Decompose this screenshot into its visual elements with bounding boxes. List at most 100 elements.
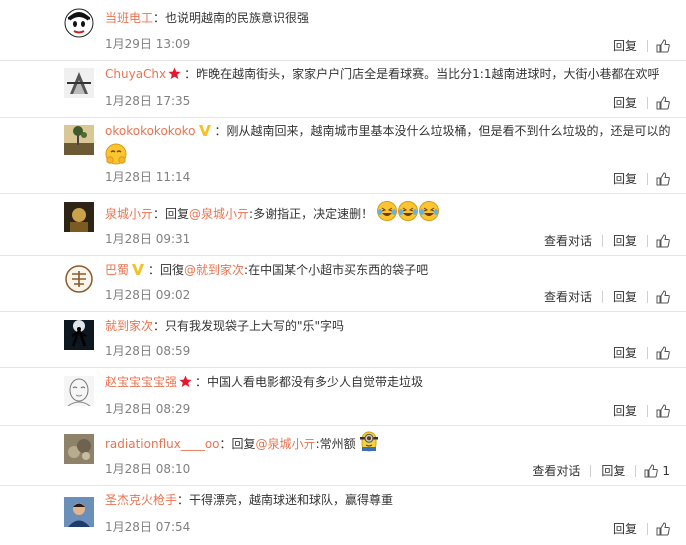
view-conversation-link[interactable]: 查看对话 bbox=[532, 462, 580, 479]
reply-button[interactable]: 回复 bbox=[613, 170, 637, 187]
comment-text: ：昨晚在越南街头，家家户户门店全是看球赛。当比分1:1越南进球时，大街小巷都在欢… bbox=[184, 67, 660, 81]
star-badge-icon bbox=[168, 67, 181, 85]
comment-time: 1月28日 08:29 bbox=[105, 402, 191, 416]
reply-button[interactable]: 回复 bbox=[613, 232, 637, 249]
comment-item: 当班电工：也说明越南的民族意识很强 1月29日 13:09 回复 bbox=[0, 0, 686, 61]
comment-actions: 回复 bbox=[596, 94, 670, 111]
avatar[interactable] bbox=[64, 497, 94, 527]
comment-time: 1月28日 09:02 bbox=[105, 288, 191, 302]
username[interactable]: 赵宝宝宝宝强 bbox=[105, 375, 177, 389]
comment-time: 1月28日 17:35 bbox=[105, 94, 191, 108]
avatar[interactable] bbox=[64, 434, 94, 464]
username[interactable]: 圣杰克火枪手 bbox=[105, 493, 177, 507]
comment-text: ：只有我发现袋子上大写的"乐"字吗 bbox=[153, 319, 345, 333]
comment-item: 赵宝宝宝宝强 ：中国人看电影都没有多少人自觉带走垃圾 1月28日 08:29 回复 bbox=[0, 368, 686, 426]
like-button[interactable] bbox=[656, 289, 670, 304]
comment-actions: 回复 bbox=[596, 344, 670, 361]
comment-actions: 查看对话 回复 1 bbox=[515, 462, 670, 479]
comment-item: 巴蜀 ：回復@就到家次:在中国某个小超市买东西的袋子吧 1月28日 09:02 查… bbox=[0, 256, 686, 312]
comment-item: 就到家次：只有我发现袋子上大写的"乐"字吗 1月28日 08:59 回复 bbox=[0, 312, 686, 368]
avatar[interactable] bbox=[64, 320, 94, 350]
comment-actions: 查看对话 回复 bbox=[527, 288, 670, 305]
username[interactable]: 就到家次 bbox=[105, 319, 153, 333]
thumbs-up-icon bbox=[644, 463, 659, 477]
comment-text: ：回复 bbox=[219, 437, 256, 451]
hug-emoji bbox=[105, 143, 127, 168]
divider bbox=[647, 346, 648, 359]
reply-button[interactable]: 回复 bbox=[613, 288, 637, 305]
comment-content: okokokokokoko ：刚从越南回来，越南城市里基本没什么垃圾桶，但是看不到… bbox=[105, 122, 672, 142]
reply-button[interactable]: 回复 bbox=[613, 94, 637, 111]
reply-button[interactable]: 回复 bbox=[601, 462, 625, 479]
reply-button[interactable]: 回复 bbox=[613, 344, 637, 361]
comment-item: 圣杰克火枪手：干得漂亮，越南球迷和球队，赢得尊重 1月28日 07:54 回复 bbox=[0, 486, 686, 545]
comment-time: 1月28日 08:10 bbox=[105, 462, 191, 476]
view-conversation-link[interactable]: 查看对话 bbox=[544, 232, 592, 249]
like-count: 1 bbox=[662, 463, 670, 478]
like-button[interactable]: 1 bbox=[644, 464, 670, 478]
verified-v-icon bbox=[198, 124, 212, 142]
comment-content: 泉城小亓：回复@泉城小亓:多谢指正，决定速删！ bbox=[105, 200, 672, 230]
comment-content: 巴蜀 ：回復@就到家次:在中国某个小超市买东西的袋子吧 bbox=[105, 261, 672, 281]
mention-link[interactable]: @就到家次 bbox=[184, 263, 244, 277]
divider bbox=[647, 290, 648, 303]
thumbs-up-icon bbox=[656, 233, 670, 247]
like-button[interactable] bbox=[656, 233, 670, 248]
comment-content: 就到家次：只有我发现袋子上大写的"乐"字吗 bbox=[105, 317, 672, 335]
comment-text: ：回复 bbox=[153, 207, 190, 221]
like-button[interactable] bbox=[656, 403, 670, 418]
avatar[interactable] bbox=[64, 376, 94, 406]
like-button[interactable] bbox=[656, 345, 670, 360]
divider bbox=[647, 234, 648, 247]
comment-content: 赵宝宝宝宝强 ：中国人看电影都没有多少人自觉带走垃圾 bbox=[105, 373, 672, 393]
username[interactable]: radiationflux____oo bbox=[105, 437, 220, 451]
comment-item: okokokokokoko ：刚从越南回来，越南城市里基本没什么垃圾桶，但是看不到… bbox=[0, 118, 686, 194]
divider bbox=[647, 39, 648, 52]
comment-time: 1月28日 11:14 bbox=[105, 170, 191, 184]
thumbs-up-icon bbox=[656, 38, 670, 52]
comment-text: ：刚从越南回来，越南城市里基本没什么垃圾桶，但是看不到什么垃圾的，还是可以的 bbox=[214, 124, 671, 138]
mention-link[interactable]: @泉城小亓 bbox=[189, 207, 249, 221]
username[interactable]: ChuyaChx bbox=[105, 67, 166, 81]
comment-item: radiationflux____oo：回复@泉城小亓:常州额 1月28日 08… bbox=[0, 426, 686, 486]
comment-actions: 回复 bbox=[596, 520, 670, 537]
comment-actions: 回复 bbox=[596, 402, 670, 419]
divider bbox=[590, 464, 592, 477]
reply-button[interactable]: 回复 bbox=[613, 37, 637, 54]
like-button[interactable] bbox=[656, 38, 670, 53]
username[interactable]: 当班电工 bbox=[105, 11, 153, 25]
comment-content: ChuyaChx ：昨晚在越南街头，家家户户门店全是看球赛。当比分1:1越南进球时… bbox=[105, 65, 672, 85]
avatar[interactable] bbox=[64, 264, 94, 294]
comment-item: 泉城小亓：回复@泉城小亓:多谢指正，决定速删！ 1月28日 09:31 查看对话… bbox=[0, 194, 686, 256]
thumbs-up-icon bbox=[656, 521, 670, 535]
reply-button[interactable]: 回复 bbox=[613, 402, 637, 419]
username[interactable]: 巴蜀 bbox=[105, 263, 129, 277]
avatar[interactable] bbox=[64, 125, 94, 155]
avatar[interactable] bbox=[64, 68, 94, 98]
thumbs-up-icon bbox=[656, 95, 670, 109]
laughing-tears-emoji bbox=[376, 200, 441, 230]
mention-link[interactable]: @泉城小亓 bbox=[256, 437, 316, 451]
comment-actions: 回复 bbox=[596, 170, 670, 187]
comment-text: ：也说明越南的民族意识很强 bbox=[153, 11, 310, 25]
thumbs-up-icon bbox=[656, 171, 670, 185]
divider bbox=[601, 234, 603, 247]
avatar[interactable] bbox=[64, 8, 94, 38]
view-conversation-link[interactable]: 查看对话 bbox=[544, 288, 592, 305]
minion-emoji bbox=[359, 430, 379, 459]
comment-list: 当班电工：也说明越南的民族意识很强 1月29日 13:09 回复 ChuyaCh… bbox=[0, 0, 686, 545]
like-button[interactable] bbox=[656, 521, 670, 536]
reply-button[interactable]: 回复 bbox=[613, 520, 637, 537]
comment-actions: 回复 bbox=[596, 37, 670, 54]
divider bbox=[647, 404, 648, 417]
comment-time: 1月28日 09:31 bbox=[105, 232, 191, 246]
avatar[interactable] bbox=[64, 202, 94, 232]
comment-item: ChuyaChx ：昨晚在越南街头，家家户户门店全是看球赛。当比分1:1越南进球时… bbox=[0, 61, 686, 118]
like-button[interactable] bbox=[656, 171, 670, 186]
comment-content: radiationflux____oo：回复@泉城小亓:常州额 bbox=[105, 430, 672, 459]
comment-content: 圣杰克火枪手：干得漂亮，越南球迷和球队，赢得尊重 bbox=[105, 491, 672, 509]
username[interactable]: 泉城小亓 bbox=[105, 207, 153, 221]
divider bbox=[647, 172, 648, 185]
like-button[interactable] bbox=[656, 95, 670, 110]
username[interactable]: okokokokokoko bbox=[105, 124, 196, 138]
